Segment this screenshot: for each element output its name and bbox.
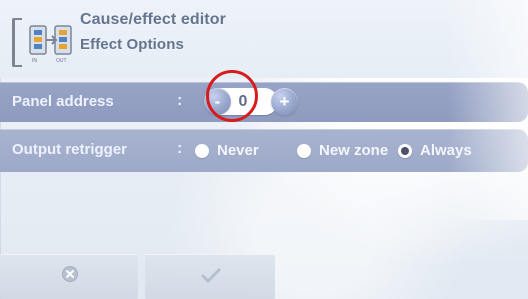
bottom-action-bar [0, 254, 528, 299]
header-bracket [12, 18, 22, 67]
checkmark-icon [201, 268, 221, 283]
radio-button-always[interactable] [398, 144, 412, 158]
page-subtitle: Effect Options [80, 36, 184, 53]
output-retrigger-label: Output retrigger [12, 141, 127, 158]
radio-button-never[interactable] [195, 144, 209, 158]
highlight-ring [206, 70, 258, 122]
increment-button[interactable]: + [271, 88, 298, 115]
cause-effect-editor-icon: IN OUT [29, 25, 72, 64]
retrigger-option-label: Never [217, 142, 259, 159]
retrigger-option-label: Always [420, 142, 472, 159]
panel-address-row: Panel address : 0 - + [0, 70, 528, 122]
radio-button-new-zone[interactable] [297, 144, 311, 158]
svg-text:IN: IN [32, 58, 37, 64]
retrigger-option-label: New zone [319, 142, 389, 159]
cancel-icon [62, 266, 78, 282]
confirm-button[interactable] [145, 254, 275, 299]
header: IN OUT Cause/effect editor Effect Option… [0, 0, 528, 78]
cancel-button[interactable] [0, 254, 138, 299]
svg-text:OUT: OUT [56, 58, 67, 64]
panel-address-label: Panel address [12, 93, 114, 110]
panel-address-separator: : [177, 92, 183, 109]
effect-options-screen: IN OUT Cause/effect editor Effect Option… [0, 0, 528, 299]
output-retrigger-separator: : [177, 140, 183, 157]
page-title: Cause/effect editor [80, 11, 226, 28]
panel-address-stepper[interactable]: 0 - + [191, 70, 303, 122]
output-retrigger-row: Output retrigger : Never New zone Always [0, 129, 528, 172]
